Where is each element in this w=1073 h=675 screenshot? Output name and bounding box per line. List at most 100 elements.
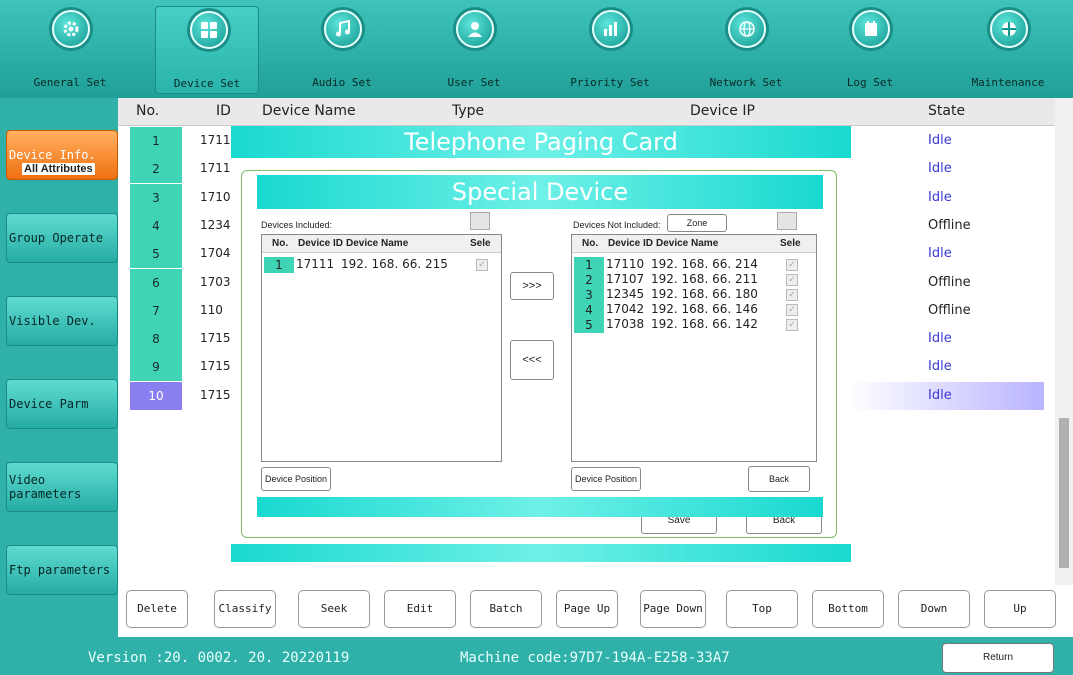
tab-label: Log Set xyxy=(846,76,894,89)
col-id: ID xyxy=(216,103,231,119)
select-checkbox[interactable]: ✓ xyxy=(786,274,798,286)
row-id: 1704 xyxy=(200,246,231,261)
dialog-title: Telephone Paging Card xyxy=(231,126,851,158)
tab-label: Maintenance xyxy=(971,76,1045,89)
device-position-button-right[interactable]: Device Position xyxy=(571,467,641,491)
zone-button[interactable]: Zone xyxy=(667,214,727,232)
row-state: Idle xyxy=(928,387,952,403)
left-sidebar: Device Info. Group Operate Visible Dev. … xyxy=(0,98,118,638)
top-button[interactable]: Top xyxy=(726,590,798,628)
tab-label: Audio Set xyxy=(312,76,372,89)
device-id: 17042 xyxy=(606,302,645,316)
seek-button[interactable]: Seek xyxy=(298,590,370,628)
delete-button[interactable]: Delete xyxy=(126,590,188,628)
device-id: 17107 xyxy=(606,272,645,286)
page-up-button[interactable]: Page Up xyxy=(556,590,618,628)
up-button[interactable]: Up xyxy=(984,590,1056,628)
col-select: Sele xyxy=(780,238,801,249)
music-icon xyxy=(324,10,362,48)
device-name: 192. 168. 66. 142 xyxy=(651,317,758,331)
col-no: No. xyxy=(136,103,160,119)
tab-label: Device Set xyxy=(173,77,241,90)
sidebar-item-device-parm[interactable]: Device Parm xyxy=(6,379,118,429)
select-checkbox[interactable]: ✓ xyxy=(786,304,798,316)
col-state: State xyxy=(928,103,966,119)
down-button[interactable]: Down xyxy=(898,590,970,628)
device-icon xyxy=(190,11,228,49)
bottom-toolbar: Delete Classify Seek Edit Batch Page Up … xyxy=(118,585,1073,637)
included-devices-list: No. Device ID Device Name Sele 1 17111 192… xyxy=(261,234,502,462)
tab-device-set[interactable]: Device Set xyxy=(155,6,259,94)
row-id: 1715 xyxy=(200,331,231,346)
classify-button[interactable]: Classify xyxy=(214,590,276,628)
select-checkbox[interactable]: ✓ xyxy=(786,319,798,331)
row-state: Idle xyxy=(928,246,952,262)
list-item[interactable]: 1 17110 192. 168. 66. 214 ✓ xyxy=(574,257,810,273)
tab-priority-set[interactable]: Priority Set xyxy=(558,6,662,94)
select-checkbox[interactable]: ✓ xyxy=(476,259,488,271)
not-included-list-header: No. Device ID Device Name Sele xyxy=(572,235,816,253)
bottom-button[interactable]: Bottom xyxy=(812,590,884,628)
tab-general-set[interactable]: General Set xyxy=(18,6,122,94)
row-state: Idle xyxy=(928,133,952,148)
row-id: 1711 xyxy=(200,133,231,147)
device-no: 1 xyxy=(574,257,604,273)
col-device-name: Device Name xyxy=(262,103,356,119)
tab-maintenance[interactable]: Maintenance xyxy=(956,6,1060,94)
row-no: 6 xyxy=(130,268,182,297)
row-state: Idle xyxy=(928,331,952,347)
user-icon xyxy=(456,10,494,48)
device-id: 17110 xyxy=(606,257,645,271)
tab-network-set[interactable]: Network Set xyxy=(694,6,798,94)
list-item[interactable]: 1 17111 192. 168. 66. 215 ✓ xyxy=(264,257,500,273)
maintenance-icon xyxy=(990,10,1028,48)
list-item[interactable]: 4 17042 192. 168. 66. 146 ✓ xyxy=(574,302,810,318)
tab-label: General Set xyxy=(33,76,107,89)
device-name: 192. 168. 66. 180 xyxy=(651,287,758,301)
row-id: 1715 xyxy=(200,387,231,402)
special-device-dialog: Special Device Devices Included: Devices… xyxy=(253,175,823,517)
device-id: 12345 xyxy=(606,287,645,301)
select-checkbox[interactable]: ✓ xyxy=(786,289,798,301)
row-state: Offline xyxy=(928,274,971,290)
device-no: 3 xyxy=(574,287,604,303)
device-position-button-left[interactable]: Device Position xyxy=(261,467,331,491)
row-no: 3 xyxy=(130,183,182,212)
row-no: 8 xyxy=(130,325,182,354)
sidebar-item-ftp-parameters[interactable]: Ftp parameters xyxy=(6,545,118,595)
row-state: Idle xyxy=(928,161,952,177)
row-id: 1711 xyxy=(200,161,231,176)
tab-label: Priority Set xyxy=(570,76,650,89)
dialog-footer-bar xyxy=(231,544,851,562)
special-back-button[interactable]: Back xyxy=(748,466,810,492)
batch-button[interactable]: Batch xyxy=(470,590,542,628)
row-state: Offline xyxy=(928,217,971,233)
row-id: 110 xyxy=(200,302,223,317)
select-checkbox[interactable]: ✓ xyxy=(786,259,798,271)
scrollbar[interactable] xyxy=(1055,98,1073,585)
included-select-all-checkbox[interactable] xyxy=(470,212,490,230)
page-down-button[interactable]: Page Down xyxy=(640,590,706,628)
move-left-button[interactable]: <<< xyxy=(510,340,554,380)
edit-button[interactable]: Edit xyxy=(384,590,456,628)
return-button[interactable]: Return xyxy=(942,643,1054,673)
device-name: 192. 168. 66. 215 xyxy=(341,257,448,271)
sidebar-item-group-operate[interactable]: Group Operate xyxy=(6,213,118,263)
group-title: All Attributes xyxy=(22,163,95,175)
tab-audio-set[interactable]: Audio Set xyxy=(290,6,394,94)
device-id: 17111 xyxy=(296,257,335,271)
sidebar-item-visible-dev[interactable]: Visible Dev. xyxy=(6,296,118,346)
not-included-devices-list: No. Device ID Device Name Sele 1 17110 192… xyxy=(571,234,817,462)
sidebar-item-video-parameters[interactable]: Video parameters xyxy=(6,462,118,512)
tab-user-set[interactable]: User Set xyxy=(422,6,526,94)
tab-log-set[interactable]: Log Set xyxy=(818,6,922,94)
col-no: No. xyxy=(272,238,289,249)
move-right-button[interactable]: >>> xyxy=(510,272,554,300)
row-no: 10 xyxy=(130,381,182,410)
status-bar: Version :20. 0002. 20. 20220119 Machine … xyxy=(0,637,1073,675)
list-item[interactable]: 5 17038 192. 168. 66. 142 ✓ xyxy=(574,317,810,333)
list-item[interactable]: 2 17107 192. 168. 66. 211 ✓ xyxy=(574,272,810,288)
list-item[interactable]: 3 12345 192. 168. 66. 180 ✓ xyxy=(574,287,810,303)
scrollbar-thumb[interactable] xyxy=(1059,418,1069,568)
not-included-select-all-checkbox[interactable] xyxy=(777,212,797,230)
